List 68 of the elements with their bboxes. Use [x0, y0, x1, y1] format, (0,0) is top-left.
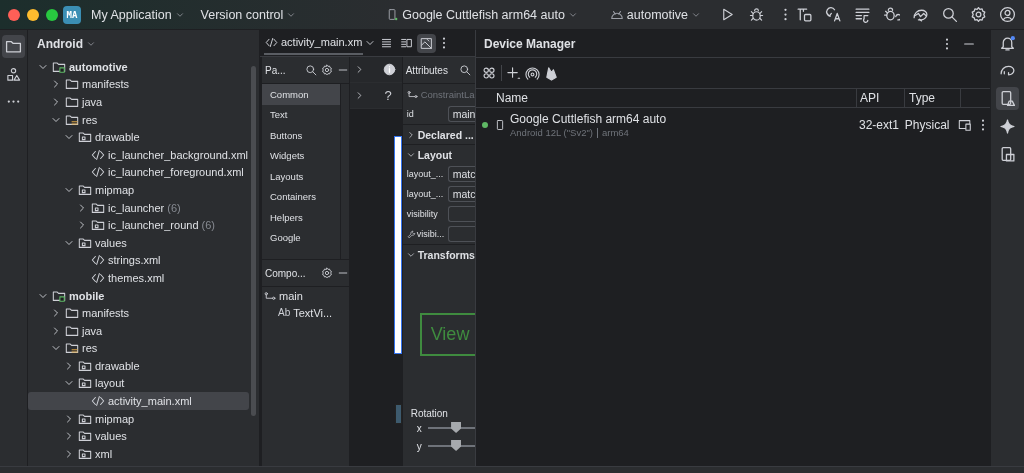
tree-item[interactable]: drawable	[28, 128, 249, 146]
device-type: Physical	[903, 118, 951, 132]
column-header: Name	[495, 91, 529, 105]
component-tree-item[interactable]: main	[262, 287, 350, 304]
attribute-field[interactable]: matc	[447, 186, 475, 202]
palette-category[interactable]: Google	[262, 227, 341, 248]
tree-item[interactable]: ic_launcher (6)	[28, 198, 249, 217]
axis-label: x	[416, 422, 422, 434]
attribute-field[interactable]: matc	[447, 166, 475, 182]
tree-item[interactable]: values	[28, 233, 249, 252]
tree-item[interactable]: mipmap	[28, 409, 249, 428]
tree-item[interactable]: java	[28, 321, 249, 340]
tree-item[interactable]: xml	[28, 445, 249, 463]
palette-category[interactable]: Layouts	[262, 166, 341, 187]
text-view-icon: Ab	[278, 307, 291, 318]
tree-item[interactable]: values	[28, 427, 249, 446]
project-view-selector[interactable]: Android	[37, 37, 96, 51]
column-header: Type	[904, 89, 961, 107]
project-selector[interactable]: My Application	[87, 5, 189, 24]
api-level: 32-ext1	[858, 118, 901, 132]
tree-item[interactable]: layout	[28, 374, 249, 393]
component-tree-title: Compo...	[265, 267, 306, 279]
palette-category[interactable]: Containers	[262, 186, 341, 207]
attribute-label: id	[406, 109, 415, 119]
tree-item[interactable]: strings.xml	[28, 251, 249, 270]
palette-category[interactable]: Buttons	[262, 125, 341, 146]
version-control-menu[interactable]: Version control	[196, 5, 301, 24]
component-tree-item[interactable]: Ab TextVi...	[262, 304, 350, 321]
item-count: (6)	[201, 219, 215, 232]
component-name: ConstraintLa	[420, 88, 475, 100]
editor-tab[interactable]: activity_main.xm	[264, 31, 364, 55]
tree-item[interactable]: mobile	[28, 286, 249, 305]
tree-item[interactable]: manifests	[28, 75, 249, 94]
item-count: (6)	[167, 201, 181, 214]
tree-item[interactable]: automotive	[28, 58, 249, 76]
panel-title: Device Manager	[484, 36, 576, 51]
column-header: API	[856, 89, 904, 107]
tree-item[interactable]: manifests	[28, 304, 249, 322]
tree-item[interactable]: drawable	[28, 357, 249, 375]
help-button[interactable]: ?	[380, 88, 396, 103]
attribute-label: layout_...	[406, 169, 445, 179]
project-avatar: MA	[63, 5, 81, 24]
device-abi: arm64	[601, 127, 629, 138]
tree-item[interactable]: themes.xml	[28, 269, 249, 287]
device-name: Google Cuttlefish arm64 auto	[510, 112, 667, 126]
tree-item[interactable]: ic_launcher_foreground.xml	[28, 163, 249, 182]
tree-item[interactable]: java	[28, 93, 249, 111]
palette-category[interactable]: Common	[262, 84, 341, 105]
axis-label: y	[416, 440, 422, 452]
run-configuration[interactable]: automotive	[605, 5, 705, 24]
palette-title: Pa...	[265, 64, 286, 76]
tree-item[interactable]: res	[28, 339, 249, 358]
palette-category[interactable]: Widgets	[262, 145, 341, 166]
palette-category[interactable]: Helpers	[262, 207, 341, 228]
palette-category[interactable]: Text	[262, 104, 341, 125]
tree-item[interactable]: ic_launcher_background.xml	[28, 145, 249, 164]
rotation-label: Rotation	[409, 407, 449, 419]
tree-item[interactable]: res	[28, 110, 249, 129]
attribute-label: layout_...	[406, 189, 445, 199]
device-os: Android 12L ("Sv2")	[510, 127, 593, 138]
attributes-title: Attributes	[405, 64, 448, 76]
tree-item[interactable]: mipmap	[28, 181, 249, 199]
device-selector[interactable]: Google Cuttlefish arm64 auto	[382, 5, 582, 24]
attribute-label: visibi...	[406, 229, 445, 239]
tree-item[interactable]: ic_launcher_round (6)	[28, 216, 249, 234]
attribute-label: visibility	[406, 209, 439, 219]
id-field[interactable]: main	[447, 106, 475, 122]
tree-item[interactable]: activity_main.xml	[28, 392, 249, 410]
